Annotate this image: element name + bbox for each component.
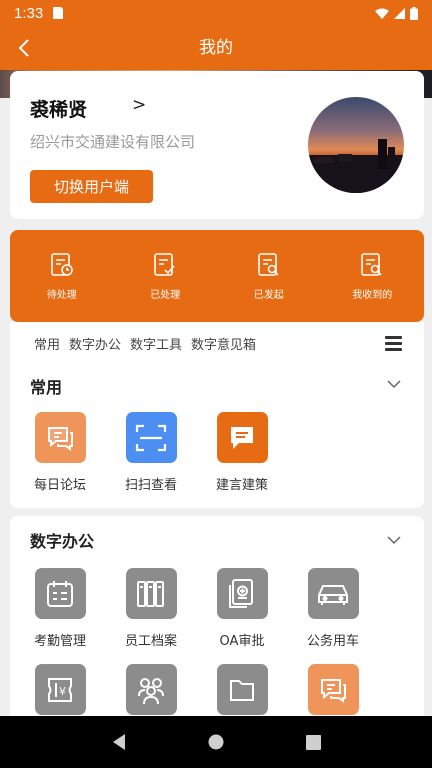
category-tabs: 常用 数字办公 数字工具 数字意见箱 (34, 334, 256, 353)
scan-icon (125, 412, 177, 463)
app-scan[interactable]: 扫扫查看 (111, 412, 191, 493)
forum-chat-icon (34, 412, 86, 463)
system-nav-bar (0, 716, 432, 768)
received-doc-icon (361, 252, 382, 276)
app-chat[interactable] (293, 664, 373, 715)
sd-card-icon (53, 7, 64, 19)
nav-back-icon[interactable] (111, 733, 127, 751)
tab-digital-feedback[interactable]: 数字意见箱 (191, 334, 256, 353)
app-attendance[interactable]: 考勤管理 (20, 568, 100, 649)
user-name[interactable]: 裘稀贤 (30, 95, 87, 122)
done-doc-icon (154, 252, 175, 276)
page-title: 我的 (199, 38, 233, 58)
app-label: 建言建策 (215, 478, 268, 493)
car-icon (307, 568, 359, 619)
task-received[interactable]: 我收到的 (327, 252, 417, 301)
profile-arrow[interactable]: > (132, 95, 146, 115)
pending-doc-icon (50, 252, 73, 276)
group-icon (125, 664, 177, 715)
app-staff-files[interactable]: 员工档案 (111, 568, 191, 649)
app-label: 考勤管理 (33, 634, 86, 649)
tab-digital-tools[interactable]: 数字工具 (130, 334, 182, 353)
tab-digital-office[interactable]: 数字办公 (69, 334, 121, 353)
app-invoice[interactable]: ¥ (20, 664, 100, 715)
app-suggestion[interactable]: 建言建策 (202, 412, 282, 493)
app-label: 公务用车 (306, 634, 359, 649)
app-oa-approval[interactable]: OA审批 (202, 568, 282, 649)
section-title-office: 数字办公 (30, 532, 95, 551)
tab-common[interactable]: 常用 (34, 334, 60, 353)
initiated-doc-icon (257, 252, 279, 276)
app-label: OA审批 (219, 634, 265, 649)
chevron-down-icon[interactable] (386, 376, 402, 392)
app-label: 员工档案 (124, 634, 177, 649)
invoice-icon: ¥ (34, 664, 86, 715)
task-label: 已处理 (150, 289, 181, 301)
menu-icon[interactable] (385, 336, 402, 351)
folder-icon (216, 664, 268, 715)
task-pending[interactable]: 待处理 (17, 252, 107, 301)
task-label: 我收到的 (352, 289, 393, 301)
status-time: 1:33 (14, 4, 44, 22)
task-label: 已发起 (253, 289, 284, 301)
files-icon (125, 568, 177, 619)
chat-icon (307, 664, 359, 715)
app-bar: 我的 (0, 26, 432, 70)
section-title-common: 常用 (30, 378, 63, 397)
digital-office-section: 数字办公 考勤管理 员工档案 OA审批 公务用车 ¥ (10, 516, 424, 736)
status-bar: 1:33 (0, 0, 432, 26)
app-group[interactable] (111, 664, 191, 715)
avatar-photo (308, 139, 404, 193)
wifi-icon (375, 8, 389, 19)
calendar-icon (34, 568, 86, 619)
task-label: 待处理 (46, 289, 77, 301)
app-label: 每日论坛 (33, 478, 86, 493)
signal-icon (394, 7, 405, 19)
nav-recents-icon[interactable] (306, 734, 322, 750)
battery-icon (410, 6, 418, 20)
avatar[interactable] (308, 97, 404, 193)
task-bar: 待处理 已处理 已发起 我收到的 (10, 230, 424, 322)
task-initiated[interactable]: 已发起 (224, 252, 314, 301)
task-done[interactable]: 已处理 (120, 252, 210, 301)
app-label: 扫扫查看 (124, 478, 177, 493)
approval-doc-icon (216, 568, 268, 619)
suggestion-chat-icon (216, 412, 268, 463)
company-name: 绍兴市交通建设有限公司 (30, 133, 196, 151)
switch-user-button[interactable]: 切换用户端 (30, 170, 153, 203)
profile-card: 裘稀贤 > 绍兴市交通建设有限公司 切换用户端 (10, 71, 424, 219)
svg-text:¥: ¥ (59, 685, 66, 698)
app-daily-forum[interactable]: 每日论坛 (20, 412, 100, 493)
nav-home-icon[interactable] (208, 734, 224, 750)
common-section: 常用 数字办公 数字工具 数字意见箱 常用 每日论坛 扫扫查看 建言建策 (10, 322, 424, 508)
chevron-down-icon[interactable] (386, 532, 402, 548)
app-official-car[interactable]: 公务用车 (293, 568, 373, 649)
app-folder[interactable] (202, 664, 282, 715)
